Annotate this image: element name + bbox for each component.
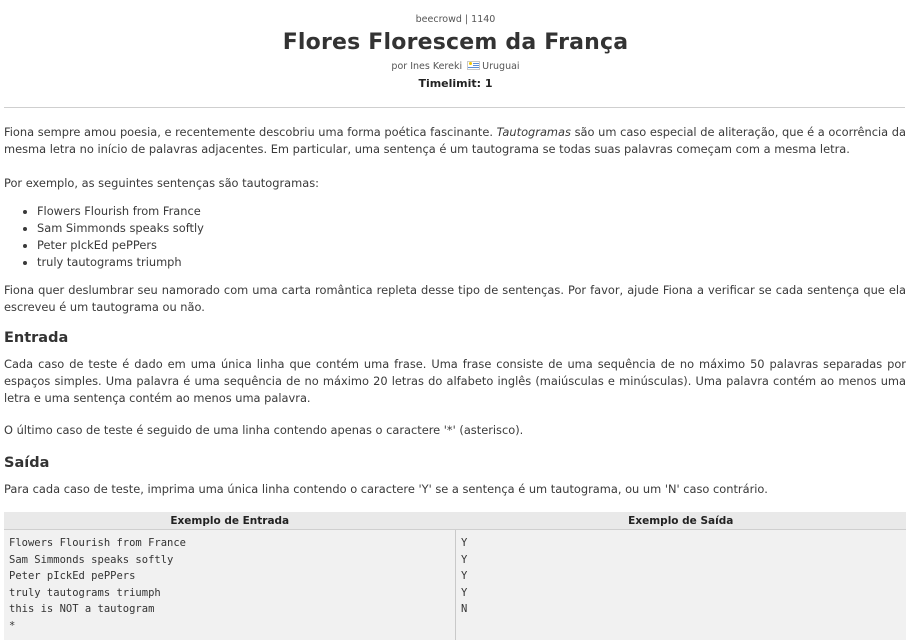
sample-input-line: Flowers Flourish from France (9, 537, 187, 549)
problem-source: beecrowd | 1140 (415, 14, 496, 25)
author-line: por Ines Kereki Uruguai (0, 61, 911, 72)
list-item: Peter pIckEd pePPers (37, 237, 204, 254)
sample-output-line: N (461, 603, 468, 615)
sample-input-line: this is NOT a tautogram (9, 603, 155, 615)
sample-input-line: * (9, 619, 16, 632)
page-title: Flores Florescem da França (282, 30, 629, 55)
sample-input-cell[interactable]: Flowers Flourish from France Sam Simmond… (4, 529, 456, 640)
statement-text: Fiona sempre amou poesia, e recentemente… (4, 125, 497, 139)
sample-io-table: Exemplo de Entrada Exemplo de Saída Flow… (4, 512, 906, 640)
sample-output-line: Y (461, 570, 468, 582)
sample-input-line: truly tautograms triumph (9, 586, 161, 599)
input-paragraph-1: Cada caso de teste é dado em uma única l… (4, 357, 906, 405)
statement-emphasis: Tautogramas (496, 125, 571, 139)
sample-output-line: Y (461, 553, 468, 566)
statement-paragraph-2: Por exemplo, as seguintes sentenças são … (4, 176, 319, 190)
author-name: por Ines Kereki (391, 61, 463, 72)
statement-paragraph-1: Fiona sempre amou poesia, e recentemente… (4, 124, 906, 158)
input-section-title: Entrada (4, 330, 69, 346)
example-list: Flowers Flourish from France Sam Simmond… (4, 203, 204, 271)
output-paragraph-1: Para cada caso de teste, imprima uma úni… (4, 482, 768, 496)
sample-output-header: Exemplo de Saída (455, 512, 906, 530)
sample-input-line: Sam Simmonds speaks softly (9, 553, 174, 566)
uruguay-flag-icon (467, 61, 481, 70)
sample-output-cell[interactable]: Y Y Y Y N (455, 529, 906, 640)
header-divider (4, 107, 905, 108)
timelimit: Timelimit: 1 (418, 77, 493, 90)
list-item: truly tautograms triumph (37, 254, 204, 271)
sample-output-line: Y (461, 586, 468, 599)
sample-input-line: Peter pIckEd pePPers (9, 570, 136, 582)
sample-output-line: Y (461, 537, 468, 549)
sample-input-header: Exemplo de Entrada (4, 512, 456, 530)
list-item: Flowers Flourish from France (37, 203, 204, 220)
output-section-title: Saída (4, 455, 50, 471)
statement-paragraph-3: Fiona quer deslumbrar seu namorado com u… (4, 283, 906, 314)
author-country: Uruguai (482, 61, 520, 72)
list-item: Sam Simmonds speaks softly (37, 220, 204, 237)
input-paragraph-2: O último caso de teste é seguido de uma … (4, 423, 524, 437)
